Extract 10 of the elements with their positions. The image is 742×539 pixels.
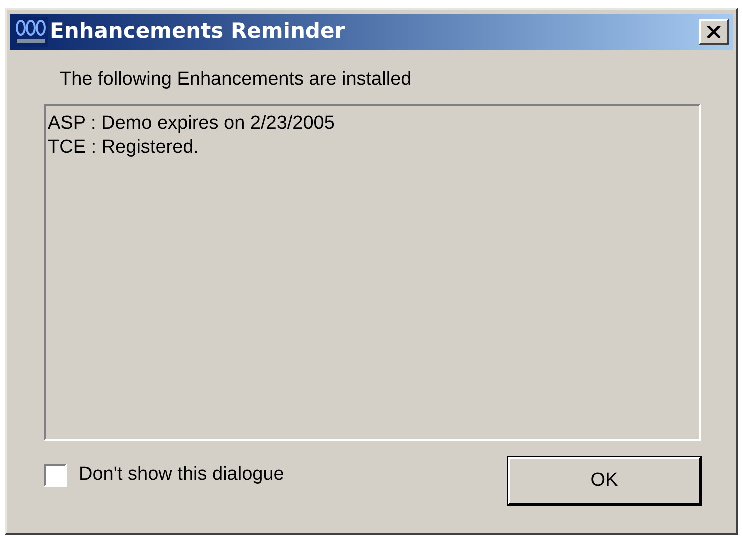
window-title: Enhancements Reminder <box>50 18 346 46</box>
intro-text: The following Enhancements are installed <box>60 68 413 92</box>
app-icon <box>14 17 48 47</box>
list-line: ASP : Demo expires on 2/23/2005 <box>48 112 336 136</box>
checkbox[interactable] <box>44 464 67 487</box>
ok-button[interactable]: OK <box>508 457 701 505</box>
close-button[interactable] <box>699 19 729 45</box>
close-icon <box>707 26 721 38</box>
list-line: TCE : Registered. <box>48 136 200 160</box>
checkbox-label: Don't show this dialogue <box>79 463 284 487</box>
